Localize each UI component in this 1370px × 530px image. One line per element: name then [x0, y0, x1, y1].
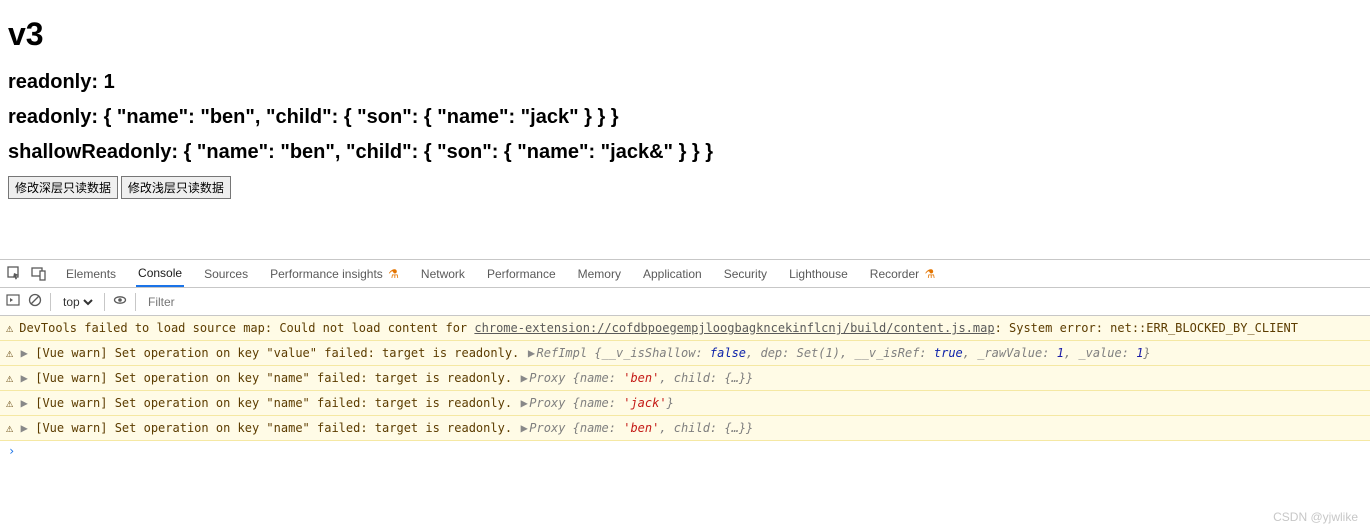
console-log: ⚠ DevTools failed to load source map: Co…: [0, 316, 1370, 461]
live-expression-icon[interactable]: [113, 293, 127, 310]
devtools-panel: Elements Console Sources Performance ins…: [0, 259, 1370, 461]
tab-elements[interactable]: Elements: [64, 261, 118, 286]
console-subbar: top: [0, 288, 1370, 316]
filter-input[interactable]: [144, 293, 1364, 311]
sourcemap-link[interactable]: chrome-extension://cofdbpoegempjloogbagk…: [474, 321, 994, 335]
beaker-icon: ⚗: [924, 267, 935, 281]
readonly-line-1: readonly: 1: [8, 71, 1362, 94]
readonly-line-3: shallowReadonly: { "name": "ben", "child…: [8, 141, 1362, 164]
tab-sources[interactable]: Sources: [202, 261, 250, 286]
tab-security[interactable]: Security: [722, 261, 769, 286]
devtools-toolbar: Elements Console Sources Performance ins…: [0, 260, 1370, 288]
readonly-line-2: readonly: { "name": "ben", "child": { "s…: [8, 106, 1362, 129]
expand-icon[interactable]: ▶: [19, 419, 29, 437]
warning-icon: ⚠: [6, 419, 13, 437]
clear-console-icon[interactable]: [28, 293, 42, 310]
tab-application[interactable]: Application: [641, 261, 704, 286]
tab-memory[interactable]: Memory: [576, 261, 623, 286]
tab-performance-insights[interactable]: Performance insights ⚗: [268, 261, 401, 286]
modify-deep-readonly-button[interactable]: 修改深层只读数据: [8, 176, 118, 199]
warning-icon: ⚠: [6, 369, 13, 387]
modify-shallow-readonly-button[interactable]: 修改浅层只读数据: [121, 176, 231, 199]
sidebar-toggle-icon[interactable]: [6, 293, 20, 310]
page-title: v3: [8, 16, 1362, 53]
tab-network[interactable]: Network: [419, 261, 467, 286]
tab-recorder[interactable]: Recorder ⚗: [868, 261, 937, 286]
expand-icon[interactable]: ▶: [19, 394, 29, 412]
log-row[interactable]: ⚠ ▶ [Vue warn] Set operation on key "nam…: [0, 391, 1370, 416]
log-row[interactable]: ⚠ ▶ [Vue warn] Set operation on key "val…: [0, 341, 1370, 366]
expand-icon[interactable]: ▶: [19, 369, 29, 387]
warning-icon: ⚠: [6, 344, 13, 362]
expand-icon[interactable]: ▶: [19, 344, 29, 362]
warning-icon: ⚠: [6, 319, 13, 337]
console-prompt[interactable]: ›: [0, 441, 1370, 461]
beaker-icon: ⚗: [388, 267, 399, 281]
log-row[interactable]: ⚠ ▶ [Vue warn] Set operation on key "nam…: [0, 416, 1370, 441]
device-toolbar-icon[interactable]: [30, 265, 48, 283]
warning-icon: ⚠: [6, 394, 13, 412]
log-row[interactable]: ⚠ ▶ [Vue warn] Set operation on key "nam…: [0, 366, 1370, 391]
tab-console[interactable]: Console: [136, 260, 184, 287]
devtools-tabs: Elements Console Sources Performance ins…: [64, 260, 937, 287]
watermark: CSDN @yjwlike: [1273, 510, 1358, 524]
tab-lighthouse[interactable]: Lighthouse: [787, 261, 850, 286]
inspect-icon[interactable]: [6, 265, 24, 283]
log-row[interactable]: ⚠ DevTools failed to load source map: Co…: [0, 316, 1370, 341]
tab-performance[interactable]: Performance: [485, 261, 558, 286]
context-selector[interactable]: top: [59, 294, 96, 310]
